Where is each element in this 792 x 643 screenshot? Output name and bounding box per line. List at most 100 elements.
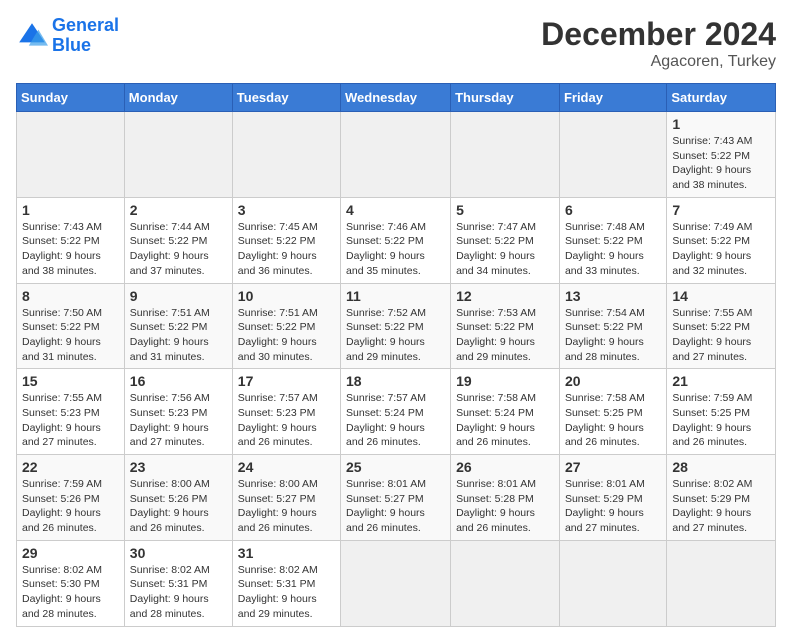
day-number: 29: [22, 545, 119, 561]
day-info: Sunrise: 8:02 AMSunset: 5:31 PMDaylight:…: [238, 563, 335, 622]
day-info: Sunrise: 7:47 AMSunset: 5:22 PMDaylight:…: [456, 220, 554, 279]
calendar-cell: [124, 112, 232, 198]
header-tuesday: Tuesday: [232, 84, 340, 112]
calendar-cell: [17, 112, 125, 198]
day-number: 26: [456, 459, 554, 475]
day-info: Sunrise: 7:45 AMSunset: 5:22 PMDaylight:…: [238, 220, 335, 279]
calendar-cell: 7Sunrise: 7:49 AMSunset: 5:22 PMDaylight…: [667, 197, 776, 283]
calendar-cell: 6Sunrise: 7:48 AMSunset: 5:22 PMDaylight…: [559, 197, 666, 283]
calendar-cell: 23 Sunrise: 8:00 AMSunset: 5:26 PMDayligh…: [124, 455, 232, 541]
title-block: December 2024 Agacoren, Turkey: [541, 16, 776, 71]
calendar-cell: 2Sunrise: 7:44 AMSunset: 5:22 PMDaylight…: [124, 197, 232, 283]
header-wednesday: Wednesday: [341, 84, 451, 112]
calendar-cell: [232, 112, 340, 198]
day-number: 10: [238, 288, 335, 304]
calendar-week-row: 22Sunrise: 7:59 AMSunset: 5:26 PMDayligh…: [17, 455, 776, 541]
day-info: Sunrise: 8:00 AMSunset: 5:26 PMDaylight:…: [130, 477, 227, 536]
day-info: Sunrise: 7:48 AMSunset: 5:22 PMDaylight:…: [565, 220, 661, 279]
calendar-cell: 27 Sunrise: 8:01 AMSunset: 5:29 PMDayligh…: [559, 455, 666, 541]
day-number: 28: [672, 459, 770, 475]
day-info: Sunrise: 7:59 AMSunset: 5:26 PMDaylight:…: [22, 477, 119, 536]
day-number: 11: [346, 288, 445, 304]
day-number: 7: [672, 202, 770, 218]
calendar-week-row: 8Sunrise: 7:50 AMSunset: 5:22 PMDaylight…: [17, 283, 776, 369]
header-thursday: Thursday: [451, 84, 560, 112]
calendar-cell: [667, 540, 776, 626]
day-info: Sunrise: 7:43 AMSunset: 5:22 PMDaylight:…: [22, 220, 119, 279]
day-number: 1: [22, 202, 119, 218]
day-number: 31: [238, 545, 335, 561]
main-title: December 2024: [541, 16, 776, 53]
day-info: Sunrise: 7:52 AMSunset: 5:22 PMDaylight:…: [346, 306, 445, 365]
day-info: Sunrise: 8:01 AMSunset: 5:28 PMDaylight:…: [456, 477, 554, 536]
day-number: 30: [130, 545, 227, 561]
day-info: Sunrise: 8:01 AMSunset: 5:29 PMDaylight:…: [565, 477, 661, 536]
calendar-week-row: 1 Sunrise: 7:43 AMSunset: 5:22 PMDaylight…: [17, 112, 776, 198]
day-info: Sunrise: 7:57 AMSunset: 5:23 PMDaylight:…: [238, 391, 335, 450]
calendar-cell: 14Sunrise: 7:55 AMSunset: 5:22 PMDayligh…: [667, 283, 776, 369]
calendar-cell: 18Sunrise: 7:57 AMSunset: 5:24 PMDayligh…: [341, 369, 451, 455]
calendar-cell: 24Sunrise: 8:00 AMSunset: 5:27 PMDayligh…: [232, 455, 340, 541]
day-info: Sunrise: 7:55 AMSunset: 5:23 PMDaylight:…: [22, 391, 119, 450]
day-number: 14: [672, 288, 770, 304]
calendar-cell: 11 Sunrise: 7:52 AMSunset: 5:22 PMDayligh…: [341, 283, 451, 369]
day-info: Sunrise: 7:51 AMSunset: 5:22 PMDaylight:…: [130, 306, 227, 365]
calendar-cell: 29Sunrise: 8:02 AMSunset: 5:30 PMDayligh…: [17, 540, 125, 626]
calendar-cell: 8Sunrise: 7:50 AMSunset: 5:22 PMDaylight…: [17, 283, 125, 369]
calendar-week-row: 1 Sunrise: 7:43 AMSunset: 5:22 PMDaylight…: [17, 197, 776, 283]
day-info: Sunrise: 7:51 AMSunset: 5:22 PMDaylight:…: [238, 306, 335, 365]
day-number: 15: [22, 373, 119, 389]
calendar-cell: [559, 540, 666, 626]
day-info: Sunrise: 8:02 AMSunset: 5:31 PMDaylight:…: [130, 563, 227, 622]
calendar-week-row: 29Sunrise: 8:02 AMSunset: 5:30 PMDayligh…: [17, 540, 776, 626]
day-number: 25: [346, 459, 445, 475]
day-number: 21: [672, 373, 770, 389]
calendar-cell: 19Sunrise: 7:58 AMSunset: 5:24 PMDayligh…: [451, 369, 560, 455]
day-number: 4: [346, 202, 445, 218]
calendar-cell: [451, 540, 560, 626]
day-number: 1: [672, 116, 770, 132]
logo-line1: General: [52, 15, 119, 35]
calendar-cell: 20 Sunrise: 7:58 AMSunset: 5:25 PMDayligh…: [559, 369, 666, 455]
calendar-cell: 5Sunrise: 7:47 AMSunset: 5:22 PMDaylight…: [451, 197, 560, 283]
calendar-cell: [559, 112, 666, 198]
logo-line2: Blue: [52, 35, 91, 55]
day-info: Sunrise: 7:50 AMSunset: 5:22 PMDaylight:…: [22, 306, 119, 365]
calendar-cell: 1 Sunrise: 7:43 AMSunset: 5:22 PMDaylight…: [17, 197, 125, 283]
calendar-cell: 9Sunrise: 7:51 AMSunset: 5:22 PMDaylight…: [124, 283, 232, 369]
calendar-cell: 31 Sunrise: 8:02 AMSunset: 5:31 PMDayligh…: [232, 540, 340, 626]
calendar-cell: 17Sunrise: 7:57 AMSunset: 5:23 PMDayligh…: [232, 369, 340, 455]
calendar-cell: 1 Sunrise: 7:43 AMSunset: 5:22 PMDaylight…: [667, 112, 776, 198]
day-number: 13: [565, 288, 661, 304]
calendar-cell: 13Sunrise: 7:54 AMSunset: 5:22 PMDayligh…: [559, 283, 666, 369]
header-monday: Monday: [124, 84, 232, 112]
day-info: Sunrise: 7:43 AMSunset: 5:22 PMDaylight:…: [672, 134, 770, 193]
day-info: Sunrise: 7:53 AMSunset: 5:22 PMDaylight:…: [456, 306, 554, 365]
day-info: Sunrise: 8:02 AMSunset: 5:29 PMDaylight:…: [672, 477, 770, 536]
calendar-cell: 3 Sunrise: 7:45 AMSunset: 5:22 PMDaylight…: [232, 197, 340, 283]
calendar-cell: 12Sunrise: 7:53 AMSunset: 5:22 PMDayligh…: [451, 283, 560, 369]
day-info: Sunrise: 7:44 AMSunset: 5:22 PMDaylight:…: [130, 220, 227, 279]
day-number: 16: [130, 373, 227, 389]
day-number: 20: [565, 373, 661, 389]
day-info: Sunrise: 7:58 AMSunset: 5:24 PMDaylight:…: [456, 391, 554, 450]
calendar-cell: [341, 540, 451, 626]
calendar-cell: 26 Sunrise: 8:01 AMSunset: 5:28 PMDayligh…: [451, 455, 560, 541]
day-number: 23: [130, 459, 227, 475]
calendar-cell: 21Sunrise: 7:59 AMSunset: 5:25 PMDayligh…: [667, 369, 776, 455]
subtitle: Agacoren, Turkey: [541, 53, 776, 71]
header-friday: Friday: [559, 84, 666, 112]
calendar-cell: 4Sunrise: 7:46 AMSunset: 5:22 PMDaylight…: [341, 197, 451, 283]
calendar-cell: 10 Sunrise: 7:51 AMSunset: 5:22 PMDayligh…: [232, 283, 340, 369]
day-number: 3: [238, 202, 335, 218]
header-saturday: Saturday: [667, 84, 776, 112]
header-sunday: Sunday: [17, 84, 125, 112]
calendar-cell: 16Sunrise: 7:56 AMSunset: 5:23 PMDayligh…: [124, 369, 232, 455]
day-info: Sunrise: 7:57 AMSunset: 5:24 PMDaylight:…: [346, 391, 445, 450]
logo-text: General Blue: [52, 16, 119, 56]
calendar-week-row: 15 Sunrise: 7:55 AMSunset: 5:23 PMDayligh…: [17, 369, 776, 455]
day-number: 27: [565, 459, 661, 475]
day-info: Sunrise: 7:58 AMSunset: 5:25 PMDaylight:…: [565, 391, 661, 450]
calendar-cell: 22Sunrise: 7:59 AMSunset: 5:26 PMDayligh…: [17, 455, 125, 541]
calendar-table: SundayMondayTuesdayWednesdayThursdayFrid…: [16, 83, 776, 627]
